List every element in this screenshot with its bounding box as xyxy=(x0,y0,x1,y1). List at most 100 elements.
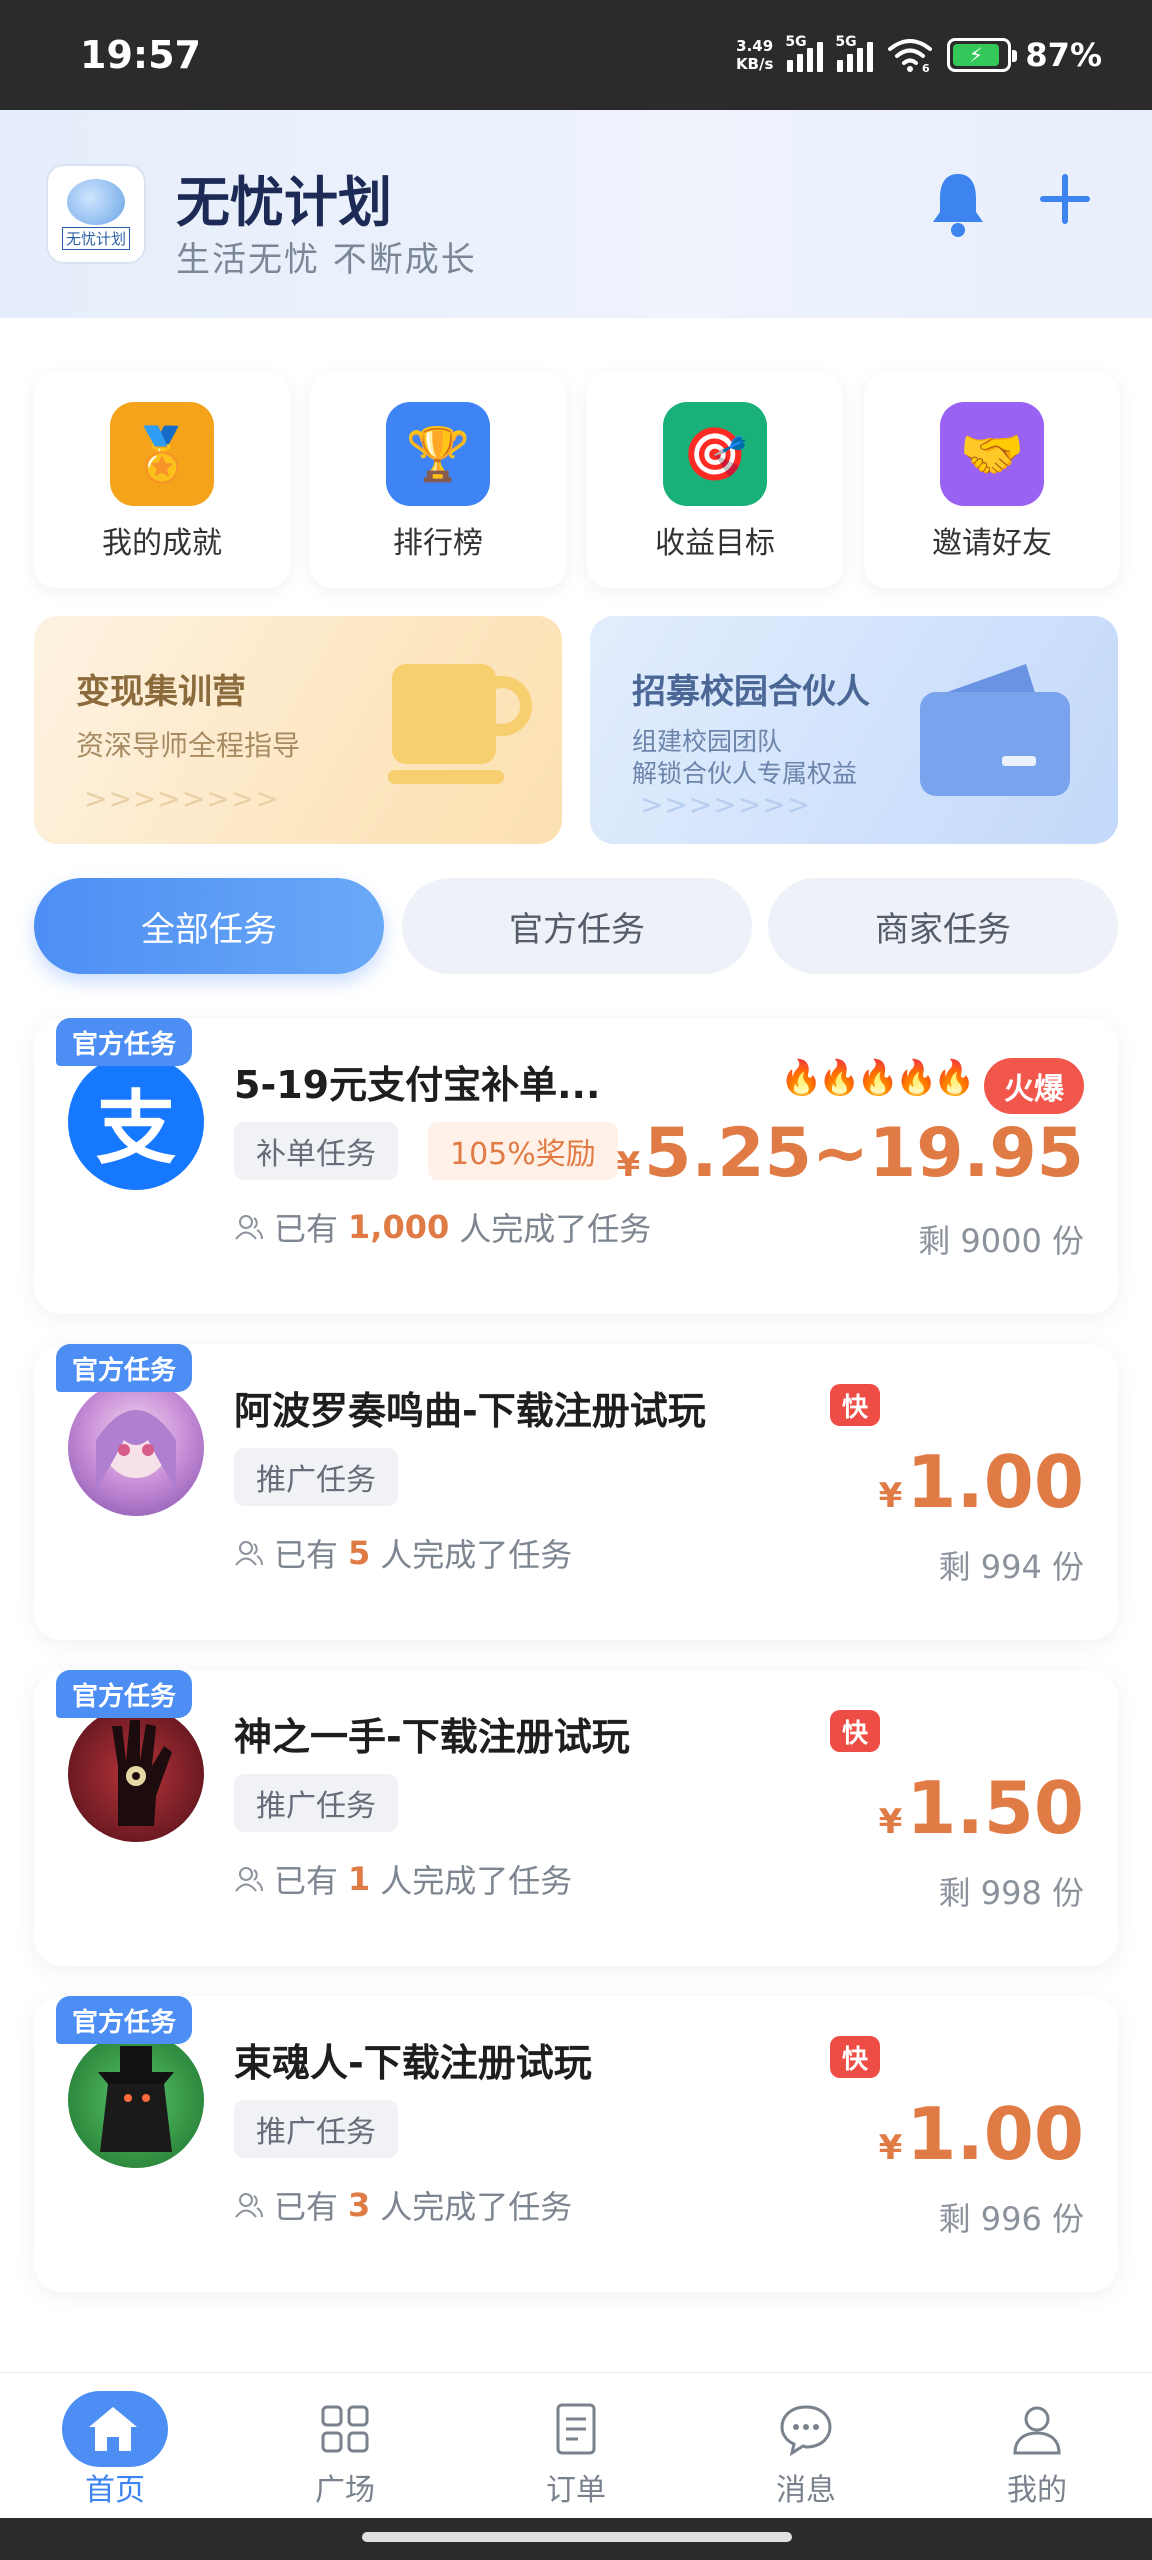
task-chip: 推广任务 xyxy=(234,2100,398,2158)
done-count: 3 xyxy=(348,2186,371,2224)
battery-icon: ⚡ xyxy=(947,38,1018,72)
bell-icon[interactable] xyxy=(928,168,988,238)
quick-my-achievements[interactable]: 🏅 我的成就 xyxy=(34,372,290,588)
tab-all-tasks[interactable]: 全部任务 xyxy=(34,878,384,974)
medal-icon: 🏅 xyxy=(110,402,214,506)
user-icon xyxy=(1013,2406,1061,2455)
grid-icon xyxy=(321,2405,369,2453)
task-remaining: 剩 996 份 xyxy=(938,2200,1084,2238)
nav-label: 订单 xyxy=(546,2473,606,2508)
tab-merchant-tasks[interactable]: 商家任务 xyxy=(768,878,1118,974)
price-value: 1.50 xyxy=(906,1766,1084,1850)
net-speed-value: 3.49 xyxy=(736,37,774,55)
task-title: 神之一手-下载注册试玩 xyxy=(234,1715,630,1759)
banner-title: 招募校园合伙人 xyxy=(632,672,870,712)
price-value: 1.00 xyxy=(906,2092,1084,2176)
task-title: 阿波罗奏鸣曲-下载注册试玩 xyxy=(234,1389,706,1433)
task-card-apollo[interactable]: 官方任务 阿波罗奏鸣曲-下载注册试玩 快 推广任务 已有 5 人完成了任务 ¥1… xyxy=(34,1344,1118,1640)
done-prefix: 已有 xyxy=(274,1210,339,1248)
task-completion: 已有 1,000 人完成了任务 xyxy=(234,1204,651,1250)
fast-badge: 快 xyxy=(830,2036,880,2078)
banner-arrows: >>>>>>> xyxy=(640,788,812,821)
banner-training-camp[interactable]: 变现集训营 资深导师全程指导 >>>>>>>> xyxy=(34,616,562,844)
quick-label: 排行榜 xyxy=(393,526,483,561)
chat-icon xyxy=(780,2405,832,2457)
task-completion: 已有 3 人完成了任务 xyxy=(234,2182,572,2228)
task-chip: 推广任务 xyxy=(234,1448,398,1506)
nav-home[interactable]: 首页 xyxy=(0,2373,230,2519)
task-remaining: 剩 994 份 xyxy=(938,1548,1084,1586)
plus-icon[interactable] xyxy=(1036,170,1094,228)
quick-label: 我的成就 xyxy=(102,526,222,561)
app-logo: 无忧计划 xyxy=(46,164,146,264)
quick-leaderboard[interactable]: 🏆 排行榜 xyxy=(310,372,566,588)
task-card-alipay[interactable]: 官方任务 支 5-19元支付宝补单... 🔥🔥🔥🔥🔥 火爆 补单任务 105%奖… xyxy=(34,1018,1118,1314)
battery-level: 87% xyxy=(1025,36,1102,74)
nav-profile[interactable]: 我的 xyxy=(922,2373,1152,2519)
nav-label: 首页 xyxy=(85,2473,145,2508)
gesture-bar xyxy=(0,2518,1152,2560)
official-badge: 官方任务 xyxy=(56,1018,193,1066)
quick-invite-friends[interactable]: 🤝 邀请好友 xyxy=(864,372,1120,588)
quick-label: 邀请好友 xyxy=(932,526,1052,561)
price-value: 1.00 xyxy=(906,1440,1084,1524)
wifi-icon: 6 xyxy=(888,39,933,73)
official-badge: 官方任务 xyxy=(56,1670,193,1718)
signal-icon-2: 5G xyxy=(835,34,874,72)
status-time: 19:57 xyxy=(80,33,201,77)
task-completion: 已有 5 人完成了任务 xyxy=(234,1530,572,1576)
nav-orders[interactable]: 订单 xyxy=(461,2373,691,2519)
net-speed-unit: KB/s xyxy=(735,55,774,73)
tab-official-tasks[interactable]: 官方任务 xyxy=(402,878,752,974)
banner-arrows: >>>>>>>> xyxy=(84,782,280,815)
yen-symbol: ¥ xyxy=(878,1476,903,1516)
users-icon xyxy=(235,1215,263,1240)
task-remaining: 剩 998 份 xyxy=(938,1874,1084,1912)
official-badge: 官方任务 xyxy=(56,1996,193,2044)
task-price: ¥5.25~19.95 xyxy=(616,1114,1084,1193)
fire-icon: 🔥🔥🔥🔥🔥 xyxy=(780,1058,976,1098)
users-icon xyxy=(235,1541,263,1566)
yen-symbol: ¥ xyxy=(878,1802,903,1842)
banner-subtitle: 组建校园团队 xyxy=(632,727,783,756)
task-chip: 补单任务 xyxy=(234,1122,398,1180)
task-card-hand-of-god[interactable]: 官方任务 神之一手-下载注册试玩 快 推广任务 已有 1 人完成了任务 ¥1.5… xyxy=(34,1670,1118,1966)
banner-subtitle: 资深导师全程指导 xyxy=(76,729,301,762)
app-subtitle: 生活无忧 不断成长 xyxy=(176,240,477,280)
banner-campus-partner[interactable]: 招募校园合伙人 组建校园团队 解锁合伙人专属权益 >>>>>>> xyxy=(590,616,1118,844)
nav-label: 我的 xyxy=(1007,2473,1067,2508)
done-count: 5 xyxy=(348,1534,371,1572)
game-avatar-hand xyxy=(68,1706,204,1842)
official-badge: 官方任务 xyxy=(56,1344,193,1392)
home-indicator[interactable] xyxy=(362,2532,792,2542)
home-icon xyxy=(89,2407,137,2451)
nav-square[interactable]: 广场 xyxy=(230,2373,460,2519)
app-header: 无忧计划 无忧计划 生活无忧 不断成长 xyxy=(0,110,1152,318)
task-price: ¥1.00 xyxy=(879,1440,1084,1524)
done-suffix: 人完成了任务 xyxy=(459,1210,652,1248)
task-remaining: 剩 9000 份 xyxy=(918,1222,1084,1260)
fast-badge: 快 xyxy=(830,1384,880,1426)
task-price: ¥1.00 xyxy=(879,2092,1084,2176)
game-avatar-soul xyxy=(68,2032,204,2168)
task-card-soul-binder[interactable]: 官方任务 束魂人-下载注册试玩 快 推广任务 已有 3 人完成了任务 ¥1.00… xyxy=(34,1996,1118,2292)
status-bar: 19:57 3.49 KB/s 5G 5G 6 ⚡ 87% xyxy=(0,0,1152,110)
nav-label: 消息 xyxy=(776,2473,836,2508)
wifi-label: 6 xyxy=(922,62,930,73)
nav-messages[interactable]: 消息 xyxy=(691,2373,921,2519)
task-completion: 已有 1 人完成了任务 xyxy=(234,1856,572,1902)
target-icon: 🎯 xyxy=(663,402,767,506)
yen-symbol: ¥ xyxy=(878,2128,903,2168)
done-suffix: 人完成了任务 xyxy=(380,1536,573,1574)
done-count: 1 xyxy=(348,1860,371,1898)
quick-income-goal[interactable]: 🎯 收益目标 xyxy=(587,372,843,588)
done-prefix: 已有 xyxy=(274,1536,339,1574)
alipay-icon: 支 xyxy=(68,1054,204,1190)
done-prefix: 已有 xyxy=(274,1862,339,1900)
done-count: 1,000 xyxy=(348,1208,450,1246)
task-chip: 推广任务 xyxy=(234,1774,398,1832)
done-suffix: 人完成了任务 xyxy=(380,2188,573,2226)
signal-icon: 5G xyxy=(785,34,824,72)
logo-globe-icon xyxy=(67,178,125,225)
handshake-icon: 🤝 xyxy=(940,402,1044,506)
